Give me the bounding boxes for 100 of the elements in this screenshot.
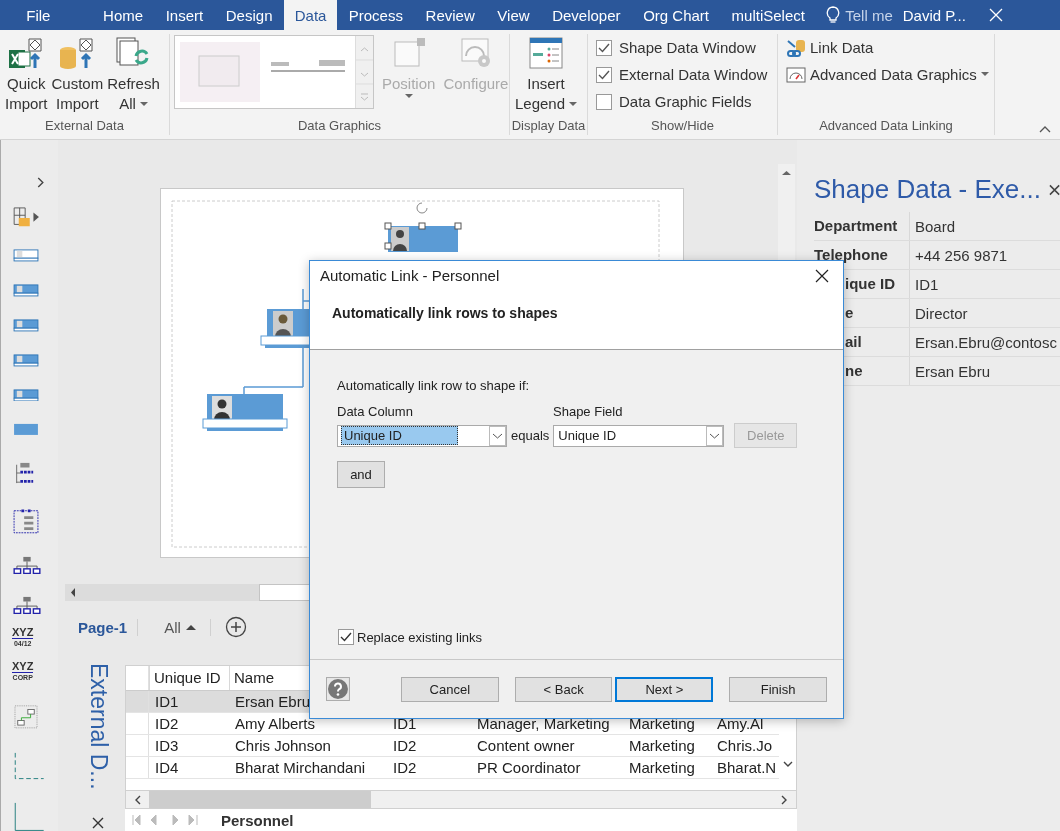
team-frame-icon[interactable] [12, 508, 40, 534]
org-card[interactable] [202, 394, 288, 431]
field-label: Data Column [337, 404, 414, 419]
equals-text: equals [511, 428, 550, 443]
property-label: Department [814, 212, 910, 240]
hierarchy-icon[interactable] [12, 555, 42, 575]
scrollbar-thumb[interactable] [149, 791, 371, 808]
property-value[interactable]: Director [910, 304, 1060, 322]
panel-title: External D... [84, 663, 112, 790]
org-card-shape-icon[interactable] [12, 318, 40, 332]
checkbox[interactable] [338, 629, 354, 645]
scroll-down-icon[interactable] [782, 761, 793, 768]
table-cell-text: Bharat.N [716, 759, 778, 776]
ribbon-tab[interactable]: Developer [540, 0, 632, 30]
ribbon-tab[interactable]: multiSelect [720, 0, 817, 30]
checkbox-label[interactable]: Data Graphic Fields [619, 93, 752, 110]
scroll-right-icon[interactable] [781, 794, 788, 805]
org-card-shape-icon[interactable] [12, 388, 40, 402]
dialog-button[interactable]: Cancel [400, 676, 499, 702]
caret-icon [980, 72, 989, 77]
sheet-tab[interactable]: Personnel [215, 811, 300, 829]
help-icon[interactable] [326, 677, 350, 701]
property-value[interactable]: Ersan.Ebru@contosc [910, 333, 1060, 351]
connector-shape-icon[interactable] [12, 704, 40, 731]
dialog-button[interactable]: < Back [514, 676, 613, 702]
table-cell-text: Chris Johnson [234, 737, 332, 754]
dialog-button[interactable]: Finish [729, 676, 827, 702]
checkbox[interactable] [596, 93, 612, 110]
checkbox-label[interactable]: External Data Window [619, 66, 768, 83]
page-tab[interactable]: Page-1 [78, 618, 139, 636]
column-header[interactable]: Unique ID [149, 666, 229, 690]
caret-icon [139, 101, 148, 107]
checkbox[interactable] [596, 66, 612, 83]
collapse-ribbon-icon[interactable] [1039, 125, 1051, 133]
table-row[interactable]: ID3 Chris Johnson ID2 Content owner Marketing Chris.Jo [126, 735, 781, 757]
caret-up-icon [185, 623, 196, 631]
and-button[interactable]: and [337, 461, 385, 488]
table-cell-text: Marketing [628, 715, 696, 732]
checkbox-label[interactable]: Shape Data Window [619, 39, 756, 56]
checkbox-label[interactable]: Replace existing links [357, 629, 482, 645]
ribbon-button[interactable]: Advanced Data Graphics [786, 62, 989, 87]
close-icon[interactable] [987, 7, 1004, 23]
property-value[interactable]: ID1 [910, 275, 1060, 293]
ribbon-button[interactable]: Insert Legend [513, 34, 580, 116]
scroll-up-icon[interactable] [782, 170, 791, 176]
ribbon-button[interactable]: Link Data [786, 35, 874, 60]
checkbox[interactable] [596, 39, 612, 56]
close-icon[interactable] [92, 817, 104, 829]
add-page-icon[interactable] [224, 616, 247, 639]
show-hide-checkbox[interactable]: External Data Window [596, 62, 768, 87]
scroll-left-icon[interactable] [134, 794, 141, 805]
ribbon-tab[interactable]: Data [283, 0, 338, 30]
panel-title: Shape Data - Exe... [814, 174, 1041, 205]
stamp-text: XYZ [12, 660, 34, 674]
org-card-shape-icon[interactable] [12, 249, 40, 262]
dialog-button[interactable]: Next > [615, 676, 714, 702]
table-row[interactable]: ID4 Bharat Mirchandani ID2 PR Coordinator Marketing Bharat.N [126, 757, 781, 779]
excel-import-icon [8, 36, 45, 70]
legend-icon [528, 36, 565, 70]
property-value[interactable]: Ersan Ebru [910, 362, 1060, 380]
close-icon[interactable] [815, 268, 829, 283]
tell-me-field[interactable]: Tell me [845, 6, 893, 24]
ribbon-tab[interactable]: File [15, 0, 62, 30]
dashed-frame-icon[interactable] [12, 752, 46, 780]
user-name[interactable]: David P... [902, 0, 966, 30]
rotate-handle-icon[interactable] [416, 202, 428, 214]
ribbon-tab[interactable]: Insert [154, 0, 215, 30]
gauge-icon [786, 64, 806, 85]
table-cell-text: ID2 [392, 737, 418, 754]
show-hide-checkbox[interactable]: Data Graphic Fields [596, 89, 752, 114]
org-card-shape-icon[interactable] [12, 353, 40, 367]
ribbon-tab[interactable]: Design [214, 0, 284, 30]
ribbon-tab[interactable]: Review [414, 0, 487, 30]
table-cell-text: ID4 [154, 759, 180, 776]
ribbon-tab[interactable]: Process [337, 0, 415, 30]
property-value[interactable]: +44 256 9871 [910, 246, 1060, 264]
horizontal-scrollbar[interactable] [125, 790, 797, 809]
ribbon-tab[interactable]: View [486, 0, 541, 30]
ribbon-tab[interactable]: Org Chart [631, 0, 721, 30]
table-cell-text: Ersan Ebru [234, 693, 312, 710]
ribbon-button[interactable]: Quick Import [3, 34, 50, 116]
stamp-text: XYZ [12, 626, 34, 640]
org-card-shape-icon[interactable] [12, 284, 40, 297]
property-value[interactable]: Board [910, 217, 1060, 235]
frame-icon[interactable] [12, 801, 46, 831]
table-cell-text: ID1 [392, 715, 418, 732]
table-cell-text: Chris.Jo [716, 737, 773, 754]
scroll-left-icon[interactable] [70, 588, 76, 597]
expand-icon[interactable] [36, 177, 46, 188]
all-pages-button[interactable]: All [152, 618, 211, 636]
ribbon-tab[interactable]: Home [91, 0, 155, 30]
close-icon[interactable] [1048, 183, 1060, 196]
hierarchy-icon[interactable] [12, 596, 42, 615]
caret-icon [569, 101, 578, 107]
show-hide-checkbox[interactable]: Shape Data Window [596, 35, 756, 60]
table-cell-text: Marketing [628, 737, 696, 754]
data-column-dropdown[interactable]: Unique ID [337, 424, 507, 447]
ribbon-button[interactable]: Refresh All [105, 34, 162, 116]
ribbon-button[interactable]: Custom Import [49, 34, 106, 116]
shape-field-dropdown[interactable]: Unique ID [553, 424, 725, 447]
